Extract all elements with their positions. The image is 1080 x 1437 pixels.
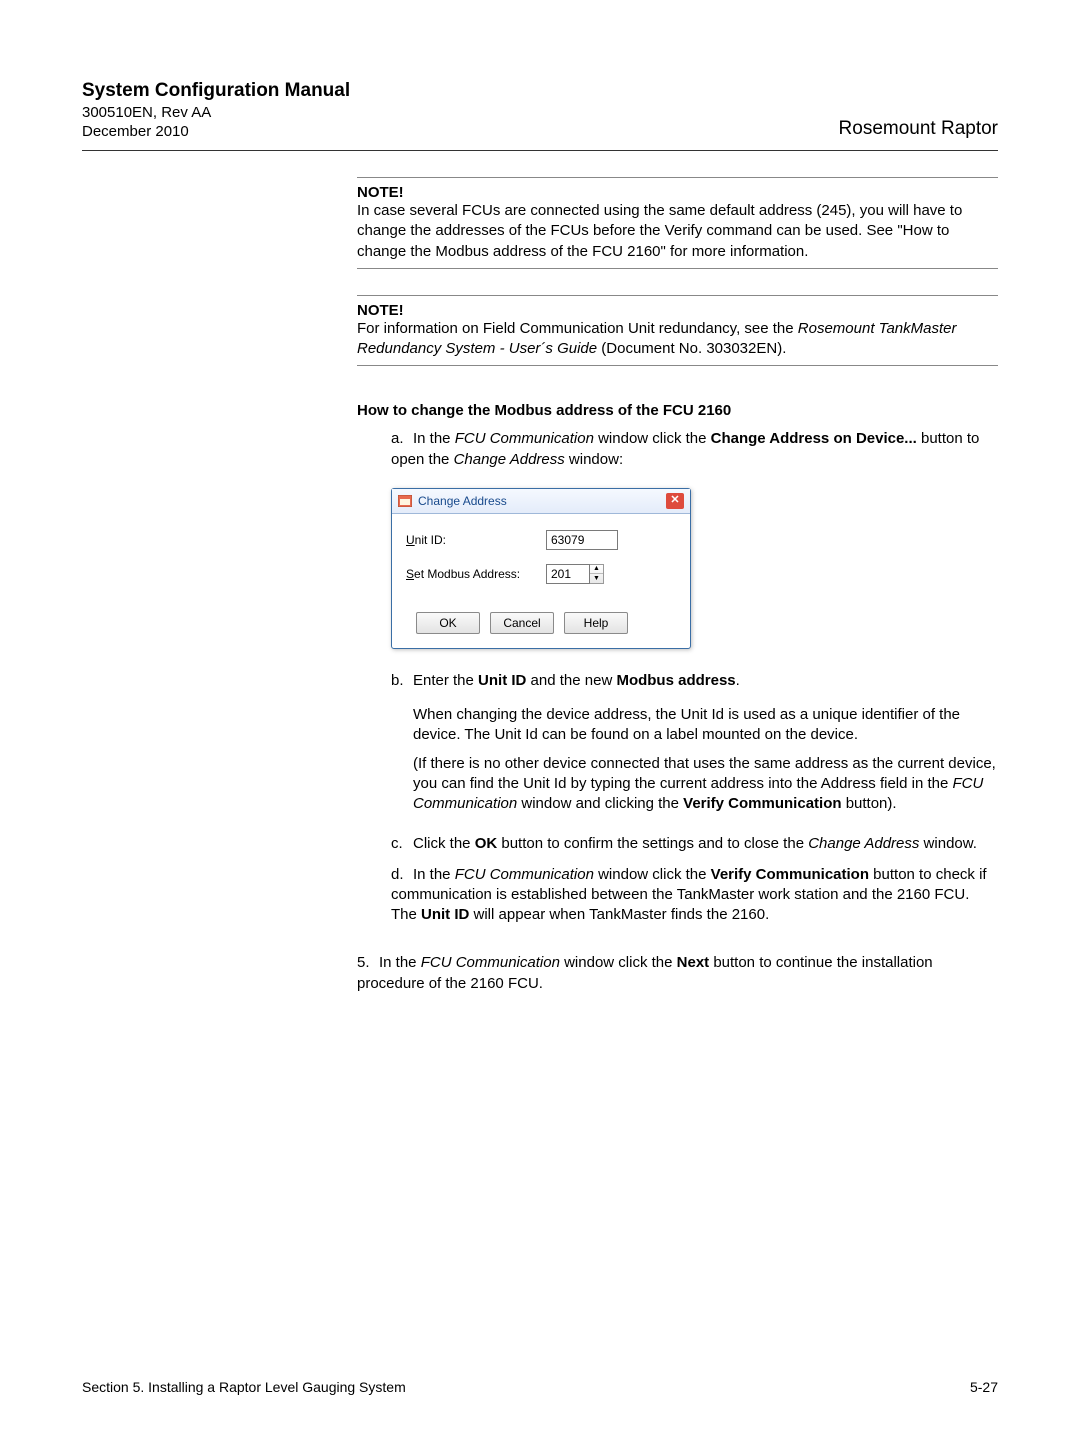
step-b-marker: b. xyxy=(391,671,413,691)
modbus-label: Set Modbus Address: xyxy=(406,567,546,581)
ok-button[interactable]: OK xyxy=(416,612,480,634)
unit-id-input[interactable] xyxy=(546,530,618,550)
page-header: System Configuration Manual 300510EN, Re… xyxy=(82,80,998,140)
step-c-post: window. xyxy=(919,835,977,852)
step-d-marker: d. xyxy=(391,865,413,885)
note1-bottom-rule xyxy=(357,268,998,269)
step-c-it1: Change Address xyxy=(808,835,919,852)
step-5-it1: FCU Communication xyxy=(421,954,560,971)
step-c-mid: button to confirm the settings and to cl… xyxy=(497,835,808,852)
note2-text: For information on Field Communication U… xyxy=(357,319,998,360)
note2-top-rule xyxy=(357,295,998,296)
step-d-it1: FCU Communication xyxy=(455,866,594,883)
step-d-b1: Verify Communication xyxy=(711,866,869,883)
step-c-marker: c. xyxy=(391,834,413,854)
dialog-title-left: Change Address xyxy=(398,494,507,508)
step-d: d.In the FCU Communication window click … xyxy=(391,865,998,926)
note1-text: In case several FCUs are connected using… xyxy=(357,201,998,262)
step-5: 5.In the FCU Communication window click … xyxy=(357,953,998,994)
step-a-it1: FCU Communication xyxy=(455,430,594,447)
step-a-post: window: xyxy=(565,451,623,468)
bp2-pre: (If there is no other device connected t… xyxy=(413,755,996,792)
step-a-mid: window click the xyxy=(594,430,711,447)
step-d-mid: window click the xyxy=(594,866,711,883)
step-c-b1: OK xyxy=(475,835,498,852)
step-b-pre: Enter the xyxy=(413,672,478,689)
body-column: NOTE! In case several FCUs are connected… xyxy=(357,177,998,994)
step-b-para2: (If there is no other device connected t… xyxy=(413,754,998,815)
manual-title: System Configuration Manual xyxy=(82,80,998,102)
dialog-buttons: OK Cancel Help xyxy=(392,604,690,648)
product-name: Rosemount Raptor xyxy=(839,118,998,140)
step-b-mid: and the new xyxy=(526,672,616,689)
step-a-marker: a. xyxy=(391,429,413,449)
help-button[interactable]: Help xyxy=(564,612,628,634)
modbus-stepper: ▲ ▼ xyxy=(546,564,604,584)
chevron-up-icon[interactable]: ▲ xyxy=(590,565,603,574)
step-b-post: . xyxy=(736,672,740,689)
note1-top-rule xyxy=(357,177,998,178)
howto-heading: How to change the Modbus address of the … xyxy=(357,402,998,419)
window-icon xyxy=(398,495,412,507)
close-icon: ✕ xyxy=(670,495,679,506)
unit-id-label: Unit ID: xyxy=(406,533,546,547)
note1-label: NOTE! xyxy=(357,184,998,201)
modbus-row: Set Modbus Address: ▲ ▼ xyxy=(406,564,676,584)
step-c-pre: Click the xyxy=(413,835,475,852)
step-b-b2: Modbus address xyxy=(616,672,735,689)
step-d-pre: In the xyxy=(413,866,455,883)
footer-right: 5-27 xyxy=(970,1379,998,1395)
spinner[interactable]: ▲ ▼ xyxy=(590,564,604,584)
step-b-para1: When changing the device address, the Un… xyxy=(413,705,998,746)
note2-label: NOTE! xyxy=(357,302,998,319)
chevron-down-icon[interactable]: ▼ xyxy=(590,574,603,583)
step-a-b1: Change Address on Device... xyxy=(711,430,917,447)
cancel-button[interactable]: Cancel xyxy=(490,612,554,634)
step-5-marker: 5. xyxy=(357,953,379,973)
footer-left: Section 5. Installing a Raptor Level Gau… xyxy=(82,1379,406,1395)
step-5-b1: Next xyxy=(677,954,710,971)
modbus-input[interactable] xyxy=(546,564,590,584)
step-5-mid: window click the xyxy=(560,954,677,971)
bp2-post: button). xyxy=(842,795,897,812)
step-a-pre: In the xyxy=(413,430,455,447)
dialog-titlebar: Change Address ✕ xyxy=(392,489,690,514)
step-b-b1: Unit ID xyxy=(478,672,526,689)
note2-bottom-rule xyxy=(357,365,998,366)
step-b: b.Enter the Unit ID and the new Modbus a… xyxy=(391,671,998,691)
change-address-dialog: Change Address ✕ Unit ID: Set Modbus Add… xyxy=(391,488,691,649)
dialog-title-text: Change Address xyxy=(418,494,507,508)
step-d-post: will appear when TankMaster finds the 21… xyxy=(469,906,769,923)
step-c: c.Click the OK button to confirm the set… xyxy=(391,834,998,854)
page-footer: Section 5. Installing a Raptor Level Gau… xyxy=(82,1379,998,1395)
page: System Configuration Manual 300510EN, Re… xyxy=(0,0,1080,1437)
unit-id-row: Unit ID: xyxy=(406,530,676,550)
dialog-body: Unit ID: Set Modbus Address: ▲ ▼ xyxy=(392,514,690,604)
step-a: a.In the FCU Communication window click … xyxy=(391,429,998,470)
header-divider xyxy=(82,150,998,151)
step-d-b2: Unit ID xyxy=(421,906,469,923)
bp2-b1: Verify Communication xyxy=(683,795,841,812)
note2-pre: For information on Field Communication U… xyxy=(357,320,798,337)
bp2-mid: window and clicking the xyxy=(517,795,683,812)
note2-post: (Document No. 303032EN). xyxy=(597,340,786,357)
step-a-it2: Change Address xyxy=(454,451,565,468)
close-button[interactable]: ✕ xyxy=(666,493,684,509)
step-5-pre: In the xyxy=(379,954,421,971)
